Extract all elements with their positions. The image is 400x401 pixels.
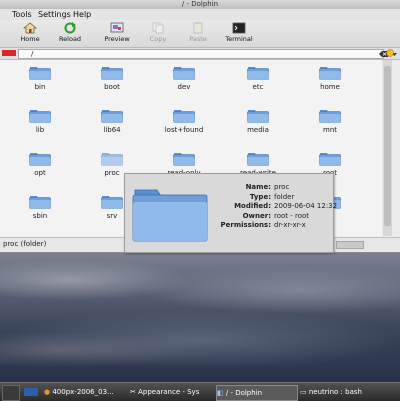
location-input[interactable]: /	[18, 49, 397, 59]
folder-icon	[101, 110, 123, 123]
folder-item[interactable]: boot	[82, 66, 142, 91]
info-modified-value: 2009-06-04 12:32	[274, 202, 338, 210]
zoom-slider[interactable]	[336, 241, 364, 249]
folder-item[interactable]: home	[300, 66, 360, 91]
folder-icon	[29, 110, 51, 123]
folder-name: home	[320, 83, 340, 91]
info-type-row: Type: folder	[249, 192, 295, 201]
desktop-wallpaper	[0, 250, 400, 382]
reload-button[interactable]: Reload	[50, 22, 90, 43]
reload-icon	[64, 22, 76, 34]
folder-name: boot	[104, 83, 120, 91]
folder-icon	[29, 67, 51, 80]
info-owner-row: Owner: root - root	[242, 211, 310, 220]
tools-icon: ✂	[130, 388, 136, 396]
task-appearance[interactable]: ✂ Appearance - Sys	[130, 385, 214, 399]
folder-name: bin	[34, 83, 46, 91]
terminal-button[interactable]: Terminal	[219, 22, 259, 43]
dolphin-icon: ◧	[217, 389, 224, 397]
paste-button[interactable]: Paste	[178, 22, 218, 43]
folder-name: lost+found	[164, 126, 204, 134]
folder-item[interactable]: lib	[10, 109, 70, 134]
info-name-row: Name: proc	[245, 183, 290, 191]
kickoff-button[interactable]	[22, 385, 42, 399]
home-button[interactable]: Home	[10, 22, 50, 43]
folder-name: lib	[35, 126, 45, 134]
show-desktop-button[interactable]	[2, 385, 20, 401]
folder-icon	[247, 110, 269, 123]
home-icon	[23, 22, 37, 34]
folder-preview-icon	[132, 189, 208, 242]
folder-icon	[319, 153, 341, 166]
folder-icon	[319, 110, 341, 123]
folder-icon	[101, 67, 123, 80]
terminal-icon	[232, 22, 246, 34]
firefox-icon: ●	[44, 388, 51, 396]
folder-item[interactable]: bin	[10, 66, 70, 91]
folder-name: mnt	[323, 126, 337, 134]
folder-item[interactable]: etc	[228, 66, 288, 91]
location-path: /	[31, 50, 34, 58]
folder-name: media	[247, 126, 269, 134]
folder-item[interactable]: mnt	[300, 109, 360, 134]
folder-name: opt	[34, 169, 46, 177]
copy-button[interactable]: Copy	[138, 22, 178, 43]
location-bar: /	[0, 48, 400, 60]
folder-icon	[173, 67, 195, 80]
folder-icon	[319, 67, 341, 80]
info-modified-row: Modified: 2009-06-04 12:32	[234, 202, 338, 210]
preview-icon	[110, 22, 124, 33]
status-text: proc (folder)	[3, 240, 47, 248]
folder-item[interactable]: opt	[10, 152, 70, 177]
paste-icon	[193, 22, 203, 34]
file-info-tooltip: Name: proc Type: folder Modified: 2009-06-0…	[124, 173, 338, 253]
folder-icon	[173, 153, 195, 166]
bookmark-icon[interactable]	[385, 49, 395, 57]
info-permissions-row: Permissions: dr-xr-xr-x	[220, 221, 306, 229]
info-owner-value: root - root	[274, 211, 310, 220]
folder-item[interactable]: lost+found	[154, 109, 214, 134]
scroll-thumb[interactable]	[384, 66, 391, 226]
folder-icon	[29, 153, 51, 166]
folder-icon	[29, 196, 51, 209]
task-terminal[interactable]: ▭ neutrino : bash	[300, 385, 396, 399]
folder-icon	[247, 67, 269, 80]
folder-icon	[101, 196, 123, 209]
toolbar: Home Reload Preview Copy Paste Terminal	[0, 20, 400, 48]
task-firefox[interactable]: ● 400px-2006_03...	[44, 385, 128, 399]
menu-bar: Tools Settings Help	[0, 9, 400, 20]
taskbar: ● 400px-2006_03... ✂ Appearance - Sys ◧ …	[0, 382, 400, 401]
menu-tools[interactable]: Tools	[12, 9, 32, 20]
folder-icon	[173, 110, 195, 123]
info-name-value: proc	[274, 183, 290, 191]
info-permissions-value: dr-xr-xr-x	[274, 221, 306, 229]
terminal-icon: ▭	[300, 388, 307, 396]
task-dolphin[interactable]: ◧ / - Dolphin	[216, 385, 298, 401]
folder-name: etc	[252, 83, 264, 91]
copy-icon	[152, 22, 164, 34]
menu-settings[interactable]: Settings	[38, 9, 71, 20]
folder-name: sbin	[32, 212, 48, 220]
file-info: Name: proc Type: folder Modified: 2009-06-0…	[213, 183, 338, 231]
folder-name: dev	[177, 83, 191, 91]
title-bar[interactable]: / - Dolphin	[0, 0, 400, 9]
folder-item[interactable]: lib64	[82, 109, 142, 134]
window-title: / - Dolphin	[181, 0, 219, 8]
folder-item[interactable]: sbin	[10, 195, 70, 220]
folder-item[interactable]: dev	[154, 66, 214, 91]
preview-button[interactable]: Preview	[97, 22, 137, 43]
vertical-scrollbar[interactable]	[383, 60, 392, 236]
folder-icon	[101, 153, 123, 166]
launcher-icon	[24, 388, 38, 396]
places-indicator[interactable]	[2, 50, 16, 56]
folder-name: lib64	[103, 126, 121, 134]
folder-icon	[247, 153, 269, 166]
menu-help[interactable]: Help	[73, 9, 91, 20]
folder-item[interactable]: media	[228, 109, 288, 134]
info-type-value: folder	[274, 192, 295, 201]
